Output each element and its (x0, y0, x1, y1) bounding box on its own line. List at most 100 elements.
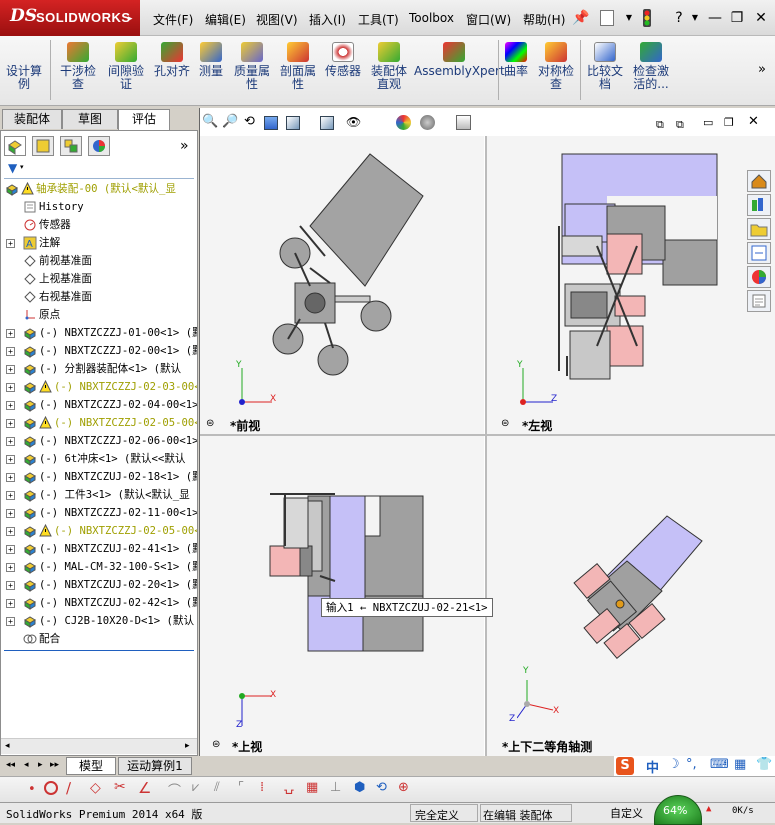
3d-part-icon[interactable]: ⬢ (354, 780, 365, 795)
expand-toggle-icon[interactable]: + (6, 455, 15, 464)
angle-icon[interactable]: ∠ (138, 779, 151, 797)
traffic-light-icon[interactable] (638, 9, 656, 27)
fillet-icon[interactable]: ⌒ (168, 780, 181, 799)
tree-item[interactable]: 配合 (1, 630, 197, 648)
scroll-prev-icon[interactable]: ◂ (24, 760, 29, 770)
sogou-ime-icon[interactable]: S (616, 757, 634, 775)
expand-toggle-icon[interactable]: + (6, 491, 15, 500)
pane-minimize-icon[interactable]: ▭ (703, 116, 713, 129)
tree-item[interactable]: + (-) NBXTZCZZJ-02-04-00<1> (1, 396, 197, 414)
circle-icon[interactable] (44, 781, 58, 795)
property-manager-tab[interactable] (32, 136, 54, 156)
file-explorer-icon[interactable] (747, 218, 771, 240)
ime-toolbox-icon[interactable]: ▦ (734, 757, 746, 772)
scroll-first-icon[interactable]: ◂◂ (6, 760, 15, 770)
filter-dropdown-icon[interactable]: ▾ (20, 163, 24, 171)
tab-motion-study[interactable]: 运动算例1 (118, 757, 192, 775)
section-properties-button[interactable]: 剖面属 性 (276, 40, 320, 91)
view-pane-left[interactable]: Y Z ⊜ *左视 (487, 136, 775, 434)
expand-toggle-icon[interactable]: + (6, 401, 15, 410)
expand-toggle-icon[interactable]: + (6, 617, 15, 626)
view-settings-icon[interactable] (456, 115, 471, 130)
repair-sketch-icon[interactable]: ⊕ (398, 780, 409, 795)
tree-item[interactable]: + (-) CJ2B-10X20-D<1> (默认 (1, 612, 197, 630)
display-style-icon[interactable] (320, 116, 334, 130)
menu-file[interactable]: 文件(F) (153, 11, 193, 28)
line-icon[interactable]: ∕ (66, 779, 71, 797)
assemblyxpert-button[interactable]: AssemblyXpert (414, 40, 505, 78)
expand-toggle-icon[interactable]: + (6, 581, 15, 590)
filter-icon[interactable]: ▼ (8, 161, 17, 175)
solidworks-logo[interactable]: DS SOLIDWORKS ▸ (0, 0, 140, 36)
tab-sketch[interactable]: 草图 (62, 109, 118, 129)
tree-item[interactable]: 轴承装配-00 (默认<默认_显 (1, 180, 197, 198)
interference-check-button[interactable]: 干涉检 查 (56, 40, 100, 91)
pane-link-icon[interactable]: ⧉ (676, 118, 684, 132)
apply-scene-icon[interactable] (420, 115, 435, 130)
halfwidth-icon[interactable]: ☽ (668, 757, 680, 772)
tree-item[interactable]: + A 注解 (1, 234, 197, 252)
tree-item[interactable]: History (1, 198, 197, 216)
point-icon[interactable]: • (28, 782, 36, 797)
expand-toggle-icon[interactable]: + (6, 599, 15, 608)
check-active-button[interactable]: 检查激 活的... (630, 40, 672, 91)
punctuation-icon[interactable]: °, (686, 757, 697, 772)
pane-close-icon[interactable]: ✕ (748, 114, 759, 129)
expand-toggle-icon[interactable]: + (6, 239, 15, 248)
minimize-icon[interactable]: — (706, 9, 724, 27)
expand-toggle-icon[interactable]: + (6, 545, 15, 554)
menu-view[interactable]: 视图(V) (256, 11, 298, 28)
tree-item[interactable]: + (-) NBXTZCZUJ-02-42<1> (默 (1, 594, 197, 612)
sensor-button[interactable]: 传感器 (322, 40, 364, 78)
relations-icon[interactable]: ⊥ (330, 780, 341, 795)
display-manager-tab[interactable] (88, 136, 110, 156)
compare-documents-button[interactable]: 比较文 档 (584, 40, 626, 91)
menu-toolbox[interactable]: Toolbox (409, 11, 454, 25)
menu-tools[interactable]: 工具(T) (358, 11, 399, 28)
menu-edit[interactable]: 编辑(E) (205, 11, 246, 28)
tree-item[interactable]: + (-) NBXTZCZZJ-02-11-00<1> (1, 504, 197, 522)
more-commands-icon[interactable]: » (758, 62, 766, 77)
tree-item[interactable]: + (-) NBXTZCZZJ-02-06-00<1> (1, 432, 197, 450)
mass-properties-button[interactable]: 质量属 性 (230, 40, 274, 91)
edit-appearance-icon[interactable] (396, 115, 411, 130)
symmetry-check-button[interactable]: 对称检 查 (534, 40, 578, 91)
tree-item[interactable]: 上视基准面 (1, 270, 197, 288)
keyboard-icon[interactable]: ⌨ (710, 757, 729, 772)
tree-item[interactable]: + (-) 分割器装配体<1> (默认 (1, 360, 197, 378)
menu-insert[interactable]: 插入(I) (309, 11, 346, 28)
curvature-button[interactable]: 曲率 (502, 40, 530, 78)
expand-toggle-icon[interactable]: + (6, 527, 15, 536)
design-study-button[interactable]: 设计算 例 (4, 40, 44, 91)
pane-splitter-vertical[interactable] (485, 136, 487, 756)
tree-item[interactable]: 传感器 (1, 216, 197, 234)
status-custom[interactable]: 自定义 (610, 805, 643, 821)
pin-icon[interactable]: 📌 (572, 9, 590, 27)
restore-icon[interactable]: ❐ (728, 9, 746, 27)
tree-item[interactable]: 原点 (1, 306, 197, 324)
close-icon[interactable]: ✕ (752, 9, 770, 27)
tab-assembly[interactable]: 装配体 (2, 109, 62, 129)
help-dropdown-icon[interactable]: ▼ (686, 9, 704, 27)
scroll-left-icon[interactable]: ◂ (5, 741, 10, 751)
tree-item[interactable]: 右视基准面 (1, 288, 197, 306)
expand-toggle-icon[interactable]: + (6, 437, 15, 446)
view-pane-front[interactable]: Y X ⊜ *前视 (200, 136, 484, 434)
expand-toggle-icon[interactable]: + (6, 365, 15, 374)
zoom-area-icon[interactable]: 🔎 (222, 114, 238, 129)
appearances-icon[interactable] (747, 266, 771, 288)
polygon-icon[interactable]: ◇ (90, 780, 101, 796)
rapid-sketch-icon[interactable]: ⟲ (376, 780, 387, 795)
offset-icon[interactable]: ⫽ (214, 780, 220, 795)
tree-item[interactable]: + (-) MAL-CM-32-100-S<1> (默 (1, 558, 197, 576)
menu-window[interactable]: 窗口(W) (466, 11, 511, 28)
tree-item[interactable]: + (-) NBXTZCZZJ-02-00<1> (默 (1, 342, 197, 360)
tree-filter[interactable]: ▼ ▾ (4, 161, 194, 179)
expand-toggle-icon[interactable]: + (6, 563, 15, 572)
expand-toggle-icon[interactable]: + (6, 329, 15, 338)
design-library-icon[interactable] (747, 194, 771, 216)
zoom-to-fit-icon[interactable]: 🔍 (202, 114, 218, 129)
tree-item[interactable]: + (-) NBXTZCZZJ-02-05-00< (1, 522, 197, 540)
scroll-next-icon[interactable]: ▸ (38, 760, 43, 770)
pane-splitter-horizontal[interactable] (200, 434, 775, 436)
